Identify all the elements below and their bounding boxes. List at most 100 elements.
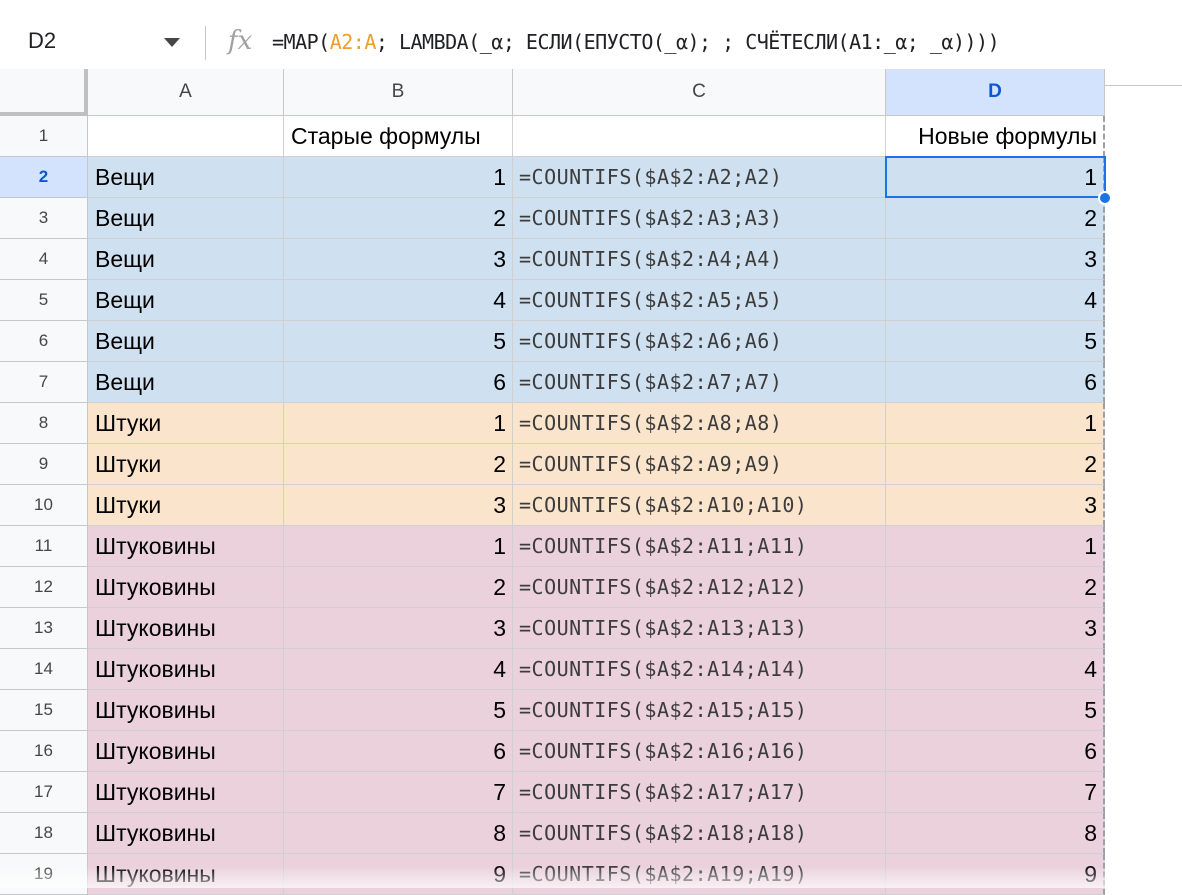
cell-c19[interactable]: =COUNTIFS($A$2:A19;A19) bbox=[513, 854, 886, 895]
cell-b18[interactable]: 8 bbox=[284, 813, 513, 854]
cell-b5[interactable]: 4 bbox=[284, 280, 513, 321]
cell-d15[interactable]: 5 bbox=[886, 690, 1105, 731]
cell-b14[interactable]: 4 bbox=[284, 649, 513, 690]
cell-c9[interactable]: =COUNTIFS($A$2:A9;A9) bbox=[513, 444, 886, 485]
row-header[interactable]: 11 bbox=[0, 526, 88, 567]
cell-d16[interactable]: 6 bbox=[886, 731, 1105, 772]
cell-d7[interactable]: 6 bbox=[886, 362, 1105, 403]
cell-b8[interactable]: 1 bbox=[284, 403, 513, 444]
row-header[interactable]: 18 bbox=[0, 813, 88, 854]
cell-c1[interactable] bbox=[513, 116, 886, 157]
cell-a19[interactable]: Штуковины bbox=[88, 854, 284, 895]
cell-c17[interactable]: =COUNTIFS($A$2:A17;A17) bbox=[513, 772, 886, 813]
cell-a3[interactable]: Вещи bbox=[88, 198, 284, 239]
cell-a1[interactable] bbox=[88, 116, 284, 157]
cell-d4[interactable]: 3 bbox=[886, 239, 1105, 280]
cell-c5[interactable]: =COUNTIFS($A$2:A5;A5) bbox=[513, 280, 886, 321]
cell-b7[interactable]: 6 bbox=[284, 362, 513, 403]
cell-b6[interactable]: 5 bbox=[284, 321, 513, 362]
cell-a2[interactable]: Вещи bbox=[88, 157, 284, 198]
cell-b16[interactable]: 6 bbox=[284, 731, 513, 772]
cell-b9[interactable]: 2 bbox=[284, 444, 513, 485]
cell-b11[interactable]: 1 bbox=[284, 526, 513, 567]
chevron-down-icon[interactable] bbox=[164, 38, 180, 47]
cell-b2[interactable]: 1 bbox=[284, 157, 513, 198]
cell-d11[interactable]: 1 bbox=[886, 526, 1105, 567]
cell-d3[interactable]: 2 bbox=[886, 198, 1105, 239]
cell-a5[interactable]: Вещи bbox=[88, 280, 284, 321]
cell-b3[interactable]: 2 bbox=[284, 198, 513, 239]
cell-b10[interactable]: 3 bbox=[284, 485, 513, 526]
cell-a8[interactable]: Штуки bbox=[88, 403, 284, 444]
cell-d14[interactable]: 4 bbox=[886, 649, 1105, 690]
column-header-d[interactable]: D bbox=[886, 69, 1105, 116]
cell-d13[interactable]: 3 bbox=[886, 608, 1105, 649]
cell-a6[interactable]: Вещи bbox=[88, 321, 284, 362]
fill-handle[interactable] bbox=[1098, 191, 1112, 205]
row-header[interactable]: 3 bbox=[0, 198, 88, 239]
cell-a11[interactable]: Штуковины bbox=[88, 526, 284, 567]
cell-a15[interactable]: Штуковины bbox=[88, 690, 284, 731]
cell-b1[interactable]: Старые формулы bbox=[284, 116, 513, 157]
cell-d1[interactable]: Новые формулы bbox=[886, 116, 1105, 157]
row-header[interactable]: 19 bbox=[0, 854, 88, 895]
cell-c13[interactable]: =COUNTIFS($A$2:A13;A13) bbox=[513, 608, 886, 649]
cell-a14[interactable]: Штуковины bbox=[88, 649, 284, 690]
cell-c14[interactable]: =COUNTIFS($A$2:A14;A14) bbox=[513, 649, 886, 690]
row-header[interactable]: 12 bbox=[0, 567, 88, 608]
row-header[interactable]: 5 bbox=[0, 280, 88, 321]
name-box[interactable]: D2 bbox=[28, 28, 56, 54]
row-header[interactable]: 8 bbox=[0, 403, 88, 444]
column-header-c[interactable]: C bbox=[513, 69, 886, 116]
cell-c16[interactable]: =COUNTIFS($A$2:A16;A16) bbox=[513, 731, 886, 772]
cell-c15[interactable]: =COUNTIFS($A$2:A15;A15) bbox=[513, 690, 886, 731]
cell-b19[interactable]: 9 bbox=[284, 854, 513, 895]
select-all-corner[interactable] bbox=[0, 69, 88, 116]
cell-d6[interactable]: 5 bbox=[886, 321, 1105, 362]
cell-b15[interactable]: 5 bbox=[284, 690, 513, 731]
row-header[interactable]: 2 bbox=[0, 157, 88, 198]
row-header[interactable]: 14 bbox=[0, 649, 88, 690]
cell-b17[interactable]: 7 bbox=[284, 772, 513, 813]
cell-d17[interactable]: 7 bbox=[886, 772, 1105, 813]
cell-a7[interactable]: Вещи bbox=[88, 362, 284, 403]
cell-a4[interactable]: Вещи bbox=[88, 239, 284, 280]
cell-a17[interactable]: Штуковины bbox=[88, 772, 284, 813]
cell-c10[interactable]: =COUNTIFS($A$2:A10;A10) bbox=[513, 485, 886, 526]
cell-b12[interactable]: 2 bbox=[284, 567, 513, 608]
row-header[interactable]: 13 bbox=[0, 608, 88, 649]
cell-a13[interactable]: Штуковины bbox=[88, 608, 284, 649]
row-header[interactable]: 10 bbox=[0, 485, 88, 526]
cell-d18[interactable]: 8 bbox=[886, 813, 1105, 854]
cell-c11[interactable]: =COUNTIFS($A$2:A11;A11) bbox=[513, 526, 886, 567]
cell-c12[interactable]: =COUNTIFS($A$2:A12;A12) bbox=[513, 567, 886, 608]
column-header-b[interactable]: B bbox=[284, 69, 513, 116]
cell-a16[interactable]: Штуковины bbox=[88, 731, 284, 772]
cell-c6[interactable]: =COUNTIFS($A$2:A6;A6) bbox=[513, 321, 886, 362]
cell-c4[interactable]: =COUNTIFS($A$2:A4;A4) bbox=[513, 239, 886, 280]
cell-b13[interactable]: 3 bbox=[284, 608, 513, 649]
cell-d5[interactable]: 4 bbox=[886, 280, 1105, 321]
cell-c3[interactable]: =COUNTIFS($A$2:A3;A3) bbox=[513, 198, 886, 239]
row-header[interactable]: 15 bbox=[0, 690, 88, 731]
cell-d10[interactable]: 3 bbox=[886, 485, 1105, 526]
row-header[interactable]: 4 bbox=[0, 239, 88, 280]
cell-d8[interactable]: 1 bbox=[886, 403, 1105, 444]
row-header[interactable]: 9 bbox=[0, 444, 88, 485]
row-header[interactable]: 6 bbox=[0, 321, 88, 362]
cell-b4[interactable]: 3 bbox=[284, 239, 513, 280]
column-header-a[interactable]: A bbox=[88, 69, 284, 116]
cell-d12[interactable]: 2 bbox=[886, 567, 1105, 608]
cell-c18[interactable]: =COUNTIFS($A$2:A18;A18) bbox=[513, 813, 886, 854]
cell-c8[interactable]: =COUNTIFS($A$2:A8;A8) bbox=[513, 403, 886, 444]
cell-d19[interactable]: 9 bbox=[886, 854, 1105, 895]
row-header[interactable]: 16 bbox=[0, 731, 88, 772]
cell-d2[interactable]: 1 bbox=[886, 157, 1105, 198]
row-header[interactable]: 17 bbox=[0, 772, 88, 813]
cell-d9[interactable]: 2 bbox=[886, 444, 1105, 485]
cell-a10[interactable]: Штуки bbox=[88, 485, 284, 526]
cell-a12[interactable]: Штуковины bbox=[88, 567, 284, 608]
row-header[interactable]: 7 bbox=[0, 362, 88, 403]
cell-a18[interactable]: Штуковины bbox=[88, 813, 284, 854]
row-header[interactable]: 1 bbox=[0, 116, 88, 157]
